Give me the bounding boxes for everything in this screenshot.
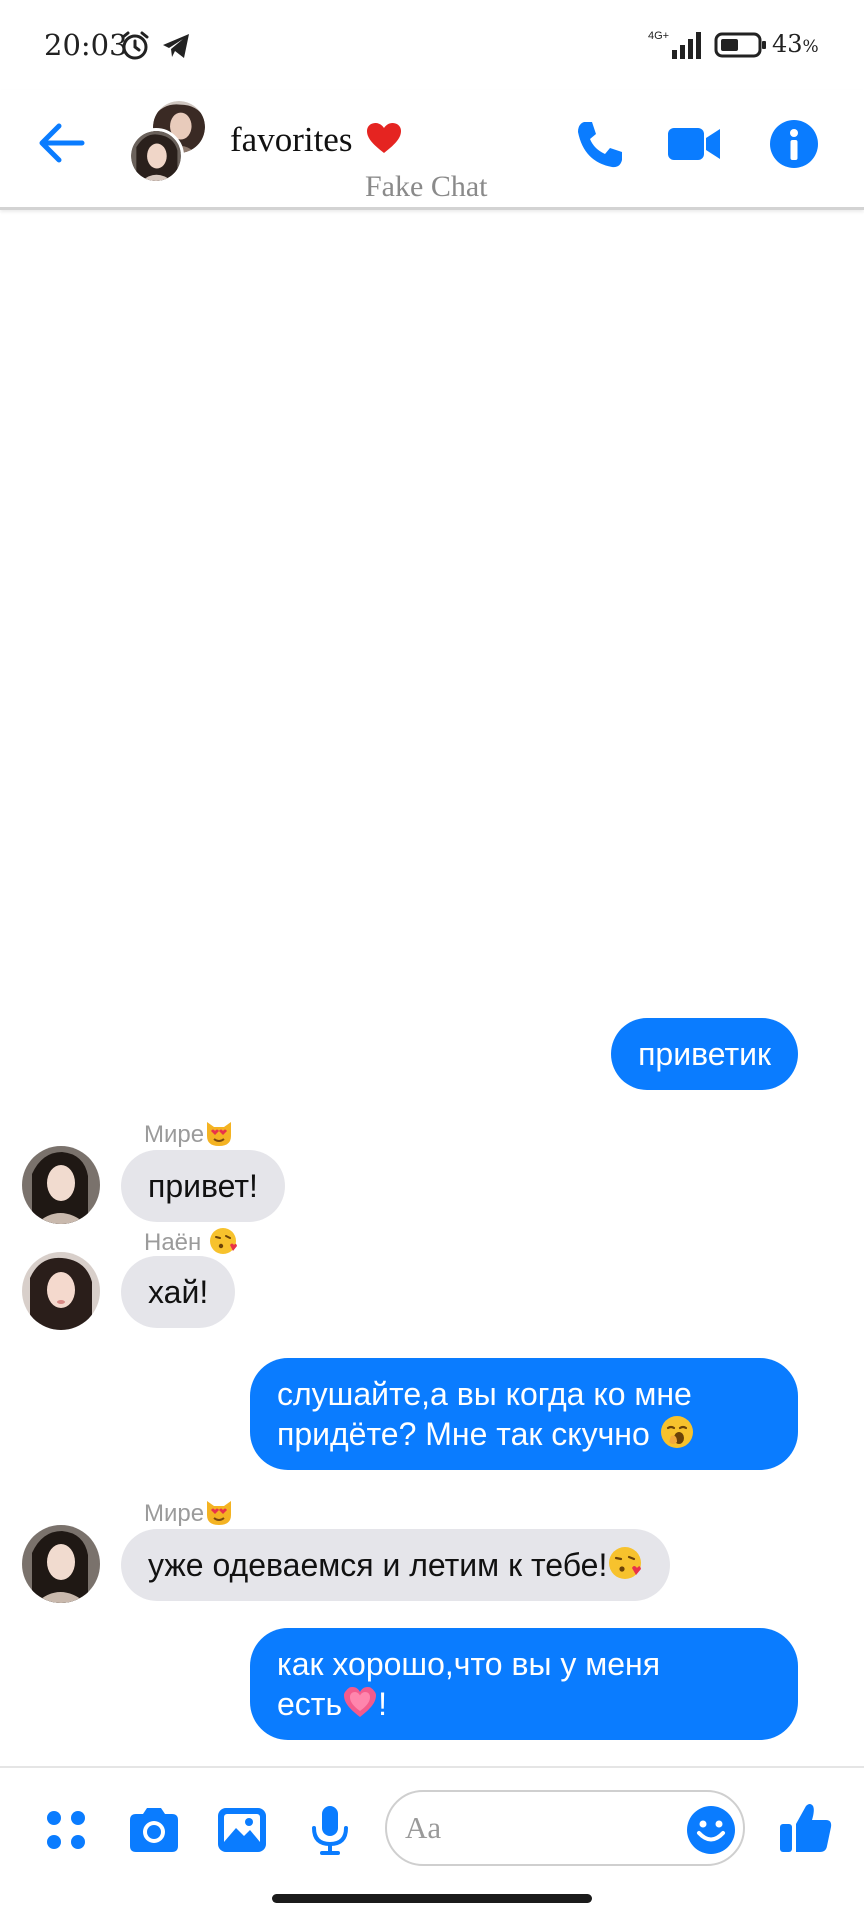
microphone-icon[interactable] bbox=[302, 1802, 358, 1858]
face-blowing-kiss-icon bbox=[609, 1547, 642, 1579]
message-input[interactable]: Aa bbox=[385, 1790, 745, 1866]
chat-title[interactable]: favorites bbox=[230, 120, 403, 160]
yawning-face-icon bbox=[660, 1416, 693, 1448]
sender-name: Мире bbox=[144, 1118, 234, 1149]
status-time: 20:03 bbox=[44, 28, 128, 62]
more-actions-icon[interactable] bbox=[38, 1802, 94, 1858]
sender-name-text: Наён bbox=[144, 1229, 202, 1256]
info-icon[interactable] bbox=[764, 114, 824, 174]
message-text: привет! bbox=[148, 1168, 258, 1204]
growing-heart-icon bbox=[344, 1687, 377, 1717]
face-blowing-kiss-icon bbox=[209, 1228, 237, 1254]
thumbs-up-icon[interactable] bbox=[776, 1798, 836, 1858]
network-type: 4G+ bbox=[648, 30, 670, 42]
emoji-picker-icon[interactable] bbox=[685, 1804, 737, 1856]
incoming-message[interactable]: уже одеваемся и летим к тебе! bbox=[121, 1529, 671, 1601]
telegram-icon bbox=[163, 34, 189, 58]
message-composer: Aa bbox=[0, 1766, 864, 1886]
heart-eyes-cat-icon bbox=[207, 1122, 232, 1146]
camera-icon[interactable] bbox=[126, 1802, 182, 1858]
sender-avatar[interactable] bbox=[22, 1525, 100, 1603]
battery-icon bbox=[714, 32, 766, 58]
sender-avatar[interactable] bbox=[22, 1252, 100, 1330]
message-input-placeholder: Aa bbox=[405, 1810, 442, 1845]
chat-title-text: favorites bbox=[230, 120, 353, 159]
group-avatar[interactable] bbox=[128, 98, 210, 188]
outgoing-message[interactable]: слушайте,а вы когда ко мне придёте? Мне … bbox=[250, 1358, 798, 1470]
home-indicator[interactable] bbox=[272, 1894, 592, 1903]
message-line: придёте? Мне так скучно bbox=[277, 1414, 771, 1454]
back-arrow-icon[interactable] bbox=[34, 116, 88, 170]
sender-avatar[interactable] bbox=[22, 1146, 100, 1224]
outgoing-message[interactable]: как хорошо,что вы у меня есть ! bbox=[250, 1628, 798, 1740]
video-call-icon[interactable] bbox=[664, 114, 724, 174]
heart-eyes-cat-icon bbox=[207, 1501, 232, 1525]
chat-header: favorites Fake Chat bbox=[0, 90, 864, 210]
outgoing-message[interactable]: приветик bbox=[611, 1018, 798, 1090]
incoming-message[interactable]: привет! bbox=[121, 1150, 285, 1222]
sender-name: Наён bbox=[144, 1226, 238, 1257]
signal-strength-icon bbox=[672, 32, 701, 59]
message-text: хай! bbox=[148, 1274, 209, 1310]
sender-name: Мире bbox=[144, 1497, 234, 1528]
watermark: Fake Chat bbox=[365, 170, 488, 203]
battery-percent: 43% bbox=[772, 30, 819, 58]
status-bar: 20:03 4G+ 43% bbox=[0, 0, 864, 90]
message-line: есть ! bbox=[277, 1686, 388, 1722]
message-line: слушайте,а вы когда ко мне bbox=[277, 1376, 692, 1412]
phone-call-icon[interactable] bbox=[570, 114, 630, 174]
message-line: как хорошо,что вы у меня bbox=[277, 1646, 661, 1682]
message-text: уже одеваемся и летим к тебе! bbox=[148, 1547, 608, 1583]
gallery-icon[interactable] bbox=[214, 1802, 270, 1858]
sender-name-text: Мире bbox=[144, 1121, 205, 1148]
alarm-clock-icon bbox=[121, 31, 149, 60]
incoming-message[interactable]: хай! bbox=[121, 1256, 236, 1328]
member-avatar bbox=[128, 128, 184, 184]
red-heart-icon bbox=[367, 123, 402, 153]
sender-name-text: Мире bbox=[144, 1500, 205, 1527]
message-text: приветик bbox=[638, 1036, 771, 1072]
